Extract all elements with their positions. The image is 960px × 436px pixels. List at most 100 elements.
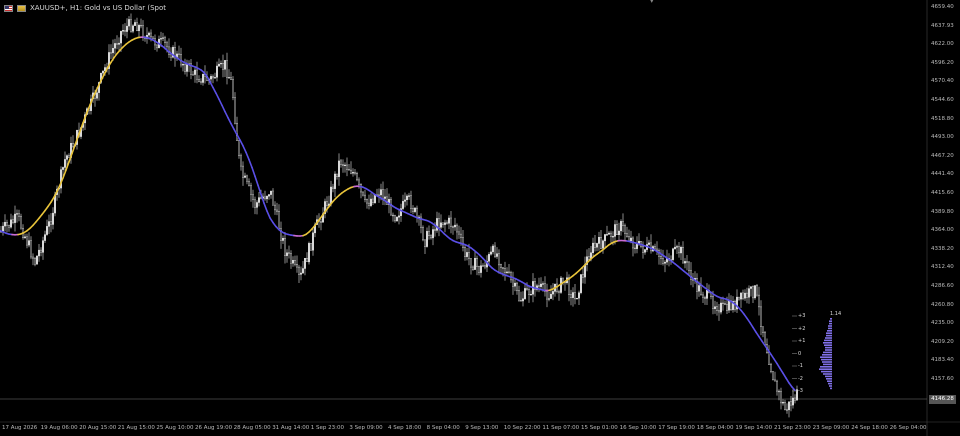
candle-body <box>152 36 154 39</box>
candle-body <box>116 43 118 45</box>
time-tick-label: 11 Sep 07:00 <box>542 425 580 431</box>
volume-profile-bar <box>830 318 832 320</box>
candle-body <box>636 243 638 249</box>
candle-body <box>234 97 236 124</box>
candle-body <box>320 221 322 223</box>
candle-body <box>140 25 142 27</box>
candle-body <box>306 258 308 263</box>
time-tick-label: 25 Aug 10:00 <box>156 425 194 431</box>
price-tick-label: 4493.00 <box>931 134 954 141</box>
trend-line-segment <box>239 139 244 147</box>
candle-body <box>688 261 690 272</box>
candle-body <box>196 69 198 80</box>
volume-profile-bar <box>828 382 832 385</box>
trend-line-segment <box>110 56 115 64</box>
candle-body <box>392 214 394 217</box>
volume-profile-bar <box>824 339 832 342</box>
volume-profile-bar <box>829 322 832 325</box>
candle-body <box>48 221 50 227</box>
candle-body <box>68 155 70 158</box>
candle-body <box>16 213 18 215</box>
candle-body <box>356 172 358 181</box>
candle-body <box>650 242 652 252</box>
candle-body <box>12 219 14 223</box>
trend-line-segment <box>50 196 55 203</box>
candle-body <box>268 194 270 197</box>
candle-body <box>272 190 274 206</box>
candle-body <box>580 274 582 293</box>
price-chart[interactable] <box>0 0 960 436</box>
candle-body <box>232 79 234 98</box>
candle-body <box>608 232 610 235</box>
candle-body <box>720 302 722 313</box>
candle-body <box>358 179 360 185</box>
candle-body <box>718 310 720 313</box>
time-tick-label: 16 Sep 10:00 <box>619 425 657 431</box>
candle-body <box>344 164 346 167</box>
candle-body <box>444 222 446 225</box>
candle-body <box>764 332 766 345</box>
candle-body <box>354 172 356 174</box>
price-tick-label: 4338.20 <box>931 245 954 252</box>
candle-body <box>772 371 774 381</box>
volume-profile-bar <box>829 320 832 322</box>
candle-body <box>118 42 120 45</box>
trend-line-segment <box>209 81 214 89</box>
candle-body <box>588 256 590 260</box>
trend-line-segment <box>101 71 106 80</box>
volume-profile-bar <box>821 358 832 361</box>
candle-body <box>516 282 518 291</box>
candle-body <box>338 160 340 177</box>
chart-window[interactable]: XAUUSD+, H1: Gold vs US Dollar (Spot ▾ 4… <box>0 0 960 436</box>
trend-line-segment <box>248 158 253 169</box>
candle-body <box>170 54 172 58</box>
candle-body <box>252 194 254 200</box>
candle-body <box>678 246 680 254</box>
candle-body <box>746 292 748 298</box>
candle-body <box>456 224 458 233</box>
candle-body <box>458 231 460 235</box>
candle-body <box>520 300 522 302</box>
time-tick-label: 17 Sep 19:00 <box>658 425 695 431</box>
candle-body <box>496 253 498 257</box>
trend-line-segment <box>242 145 247 154</box>
candle-body <box>704 297 706 299</box>
time-tick-label: 20 Aug 15:00 <box>79 425 117 431</box>
indicator-level-label: -2 <box>798 375 803 382</box>
scroll-marker-icon[interactable]: ▾ <box>650 0 654 5</box>
candle-body <box>490 251 492 255</box>
candle-body <box>226 60 228 78</box>
price-tick-label: 4659.40 <box>931 4 954 10</box>
candle-body <box>436 218 438 231</box>
candle-body <box>728 300 730 311</box>
candle-body <box>572 292 574 298</box>
candle-body <box>200 81 202 83</box>
candle-body <box>648 242 650 245</box>
candle-body <box>684 261 686 264</box>
us-flag-icon <box>4 4 13 12</box>
trend-line-segment <box>749 321 754 329</box>
candle-body <box>302 268 304 274</box>
indicator-level-label: -3 <box>798 388 803 394</box>
time-tick-label: 19 Sep 14:00 <box>735 425 773 431</box>
candle-body <box>538 285 540 287</box>
candle-body <box>784 402 786 410</box>
candle-body <box>142 25 144 38</box>
candle-body <box>602 240 604 249</box>
candle-body <box>686 261 688 263</box>
candle-body <box>466 252 468 257</box>
chart-header: XAUUSD+, H1: Gold vs US Dollar (Spot <box>4 2 166 14</box>
candle-body <box>348 169 350 171</box>
candle-body <box>786 409 788 411</box>
volume-profile-bar <box>825 349 832 351</box>
candle-body <box>150 32 152 38</box>
candle-body <box>292 260 294 264</box>
candle-body <box>346 164 348 170</box>
volume-profile-bar <box>819 368 832 370</box>
trend-line-segment <box>758 335 763 343</box>
volume-profile-bar <box>827 330 832 332</box>
candle-body <box>374 194 376 204</box>
candle-body <box>438 218 440 228</box>
candle-body <box>752 286 754 299</box>
volume-profile-bar <box>824 344 832 346</box>
